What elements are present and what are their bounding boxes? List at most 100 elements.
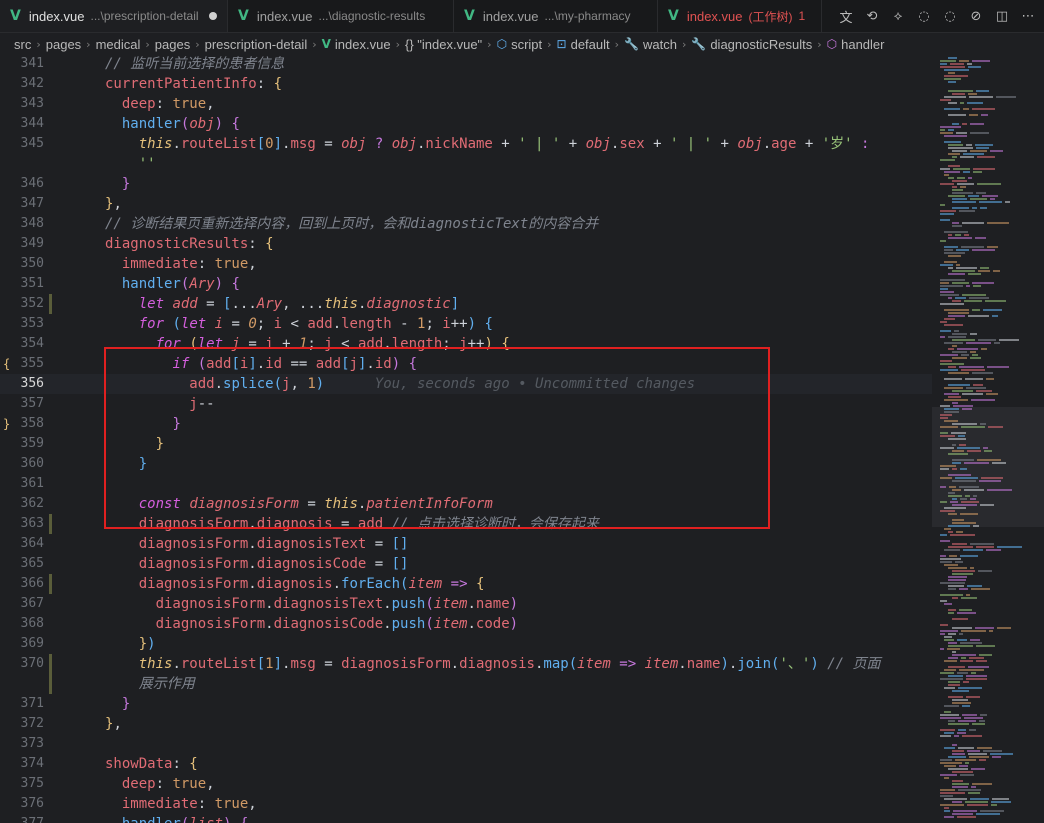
minimap-stroke <box>944 798 967 800</box>
minimap-stroke <box>968 66 981 68</box>
minimap-stroke <box>957 639 967 641</box>
minimap-stroke <box>950 501 958 503</box>
minimap-stroke <box>949 555 957 557</box>
minimap-stroke <box>958 729 966 731</box>
breadcrumb-item[interactable]: pages <box>46 37 81 52</box>
minimap-stroke <box>948 81 956 83</box>
minimap-stroke <box>952 504 977 506</box>
minimap-stroke <box>952 351 967 353</box>
minimap-stroke <box>954 330 959 332</box>
breadcrumb-item[interactable]: script <box>511 37 542 52</box>
tab-my-pharmacy[interactable]: V index.vue ...\my-pharmacy <box>454 0 658 32</box>
minimap-stroke <box>953 405 973 407</box>
minimap-stroke <box>948 474 971 476</box>
minimap-stroke <box>952 813 973 815</box>
minimap-stroke <box>944 318 955 320</box>
minimap-stroke <box>944 393 959 395</box>
code-line: 342 currentPatientInfo: { <box>20 76 283 92</box>
minimap-stroke <box>948 366 956 368</box>
breadcrumb-item[interactable]: default <box>571 37 610 52</box>
minimap-stroke <box>944 78 961 80</box>
minimap-stroke <box>956 249 969 251</box>
minimap-stroke <box>966 696 980 698</box>
compare-icon[interactable]: ⟡ <box>888 6 908 26</box>
minimap-stroke <box>975 237 986 239</box>
minimap[interactable] <box>932 53 1044 823</box>
bracket-marker-icon: } <box>3 417 11 431</box>
minimap-stroke <box>972 354 978 356</box>
tab-prescription-detail[interactable]: V index.vue ...\prescription-detail <box>0 0 228 32</box>
minimap-stroke <box>960 186 966 188</box>
property-icon: 🔧 <box>691 37 707 51</box>
minimap-stroke <box>961 369 985 371</box>
minimap-stroke <box>948 513 957 515</box>
minimap-stroke <box>988 426 1003 428</box>
translate-icon[interactable]: 文 <box>836 6 856 26</box>
minimap-stroke <box>990 753 1013 755</box>
previous-change-icon[interactable]: ◌ <box>914 6 934 26</box>
minimap-stroke <box>960 102 964 104</box>
breadcrumb-item[interactable]: {} "index.vue" <box>405 37 482 52</box>
git-lens-icon[interactable]: ⊘ <box>966 6 986 26</box>
breadcrumb-item[interactable]: handler <box>841 37 884 52</box>
tab-bar: V index.vue ...\prescription-detail V in… <box>0 0 1044 33</box>
minimap-stroke <box>940 264 953 266</box>
minimap-stroke <box>944 108 960 110</box>
minimap-stroke <box>972 783 992 785</box>
tab-worktree[interactable]: V index.vue (工作树) 1 <box>658 0 822 32</box>
minimap-viewport[interactable] <box>932 407 1044 527</box>
minimap-stroke <box>944 309 969 311</box>
minimap-stroke <box>940 774 957 776</box>
tab-path: ...\prescription-detail <box>90 9 199 23</box>
minimap-stroke <box>980 714 987 716</box>
minimap-stroke <box>944 669 956 671</box>
breadcrumb-item[interactable]: medical <box>96 37 141 52</box>
breadcrumb-item[interactable]: pages <box>155 37 190 52</box>
breadcrumb-item[interactable]: index.vue <box>335 37 391 52</box>
more-actions-icon[interactable]: ⋯ <box>1018 6 1038 26</box>
tab-label: index.vue <box>28 8 85 24</box>
vue-file-icon: V <box>321 37 331 51</box>
minimap-stroke <box>970 333 977 335</box>
minimap-stroke <box>948 234 952 236</box>
minimap-stroke <box>952 690 969 692</box>
vue-file-icon: V <box>464 8 475 24</box>
history-icon[interactable]: ⟲ <box>862 6 882 26</box>
minimap-stroke <box>952 468 957 470</box>
minimap-stroke <box>940 213 954 215</box>
code-editor[interactable]: 341// 监听当前选择的患者信息 342 currentPatientInfo:… <box>0 53 932 823</box>
minimap-stroke <box>972 249 995 251</box>
split-editor-icon[interactable]: ◫ <box>992 6 1012 26</box>
breadcrumb-item[interactable]: prescription-detail <box>205 37 308 52</box>
minimap-stroke <box>1005 201 1010 203</box>
vue-file-icon: V <box>238 8 249 24</box>
minimap-stroke <box>966 285 970 287</box>
minimap-stroke <box>940 465 956 467</box>
tab-diagnostic-results[interactable]: V index.vue ...\diagnostic-results <box>228 0 454 32</box>
breadcrumb-item[interactable]: src <box>14 37 31 52</box>
tab-path: ...\diagnostic-results <box>318 9 426 23</box>
minimap-stroke <box>948 585 964 587</box>
minimap-stroke <box>975 144 993 146</box>
minimap-stroke <box>940 717 961 719</box>
code-line: 372}, <box>20 716 122 732</box>
minimap-stroke <box>961 630 986 632</box>
minimap-stroke <box>973 285 981 287</box>
breadcrumb-item[interactable]: watch <box>643 37 677 52</box>
minimap-stroke <box>980 810 1004 812</box>
minimap-stroke <box>969 96 993 98</box>
next-change-icon[interactable]: ◌ <box>940 6 960 26</box>
minimap-stroke <box>952 189 963 191</box>
minimap-stroke <box>944 807 949 809</box>
minimap-stroke <box>963 171 970 173</box>
minimap-stroke <box>948 588 956 590</box>
minimap-stroke <box>970 132 989 134</box>
minimap-stroke <box>999 339 1019 341</box>
unsaved-dot-icon[interactable] <box>208 12 217 20</box>
minimap-stroke <box>958 789 981 791</box>
minimap-stroke <box>959 210 975 212</box>
code-line: 366 diagnosisForm.diagnosis.forEach(item… <box>20 574 485 594</box>
breadcrumb-item[interactable]: diagnosticResults <box>710 37 812 52</box>
minimap-stroke <box>961 597 977 599</box>
code-line: 351 handler(Ary) { <box>20 276 240 292</box>
